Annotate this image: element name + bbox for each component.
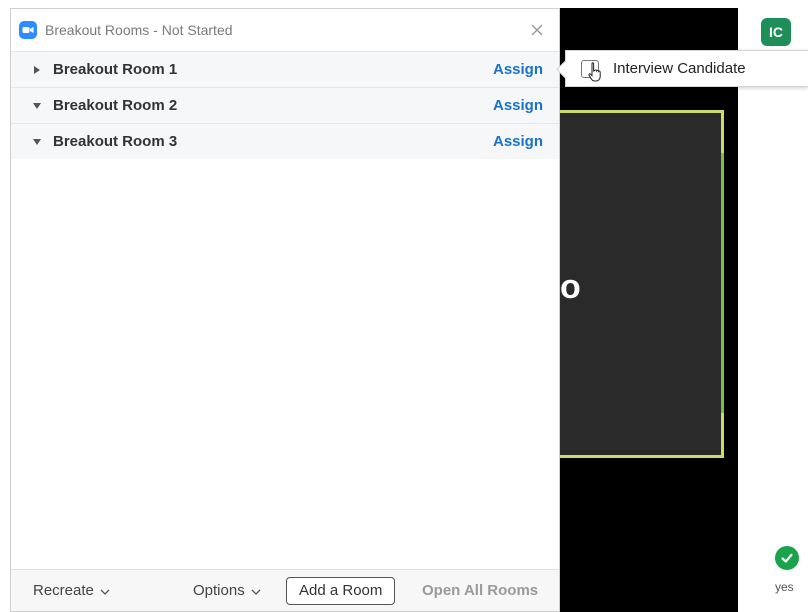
participant-name[interactable]: Interview Candidate bbox=[613, 60, 746, 77]
status-label: yes bbox=[775, 580, 794, 594]
recreate-label: Recreate bbox=[33, 582, 94, 599]
assign-button[interactable]: Assign bbox=[493, 61, 543, 78]
video-tile[interactable] bbox=[557, 110, 724, 458]
recreate-button[interactable]: Recreate bbox=[33, 582, 110, 599]
chevron-down-icon bbox=[100, 582, 110, 599]
dialog-title: Breakout Rooms - Not Started bbox=[45, 22, 233, 38]
dialog-titlebar[interactable]: Breakout Rooms - Not Started bbox=[11, 9, 559, 51]
pointer-hand-icon bbox=[588, 62, 602, 87]
zoom-camera-icon bbox=[19, 21, 37, 39]
breakout-room-row[interactable]: Breakout Room 1 Assign bbox=[11, 51, 559, 87]
open-all-rooms-button[interactable]: Open All Rooms bbox=[422, 582, 538, 599]
assign-button[interactable]: Assign bbox=[493, 133, 543, 150]
video-tile-name: o bbox=[560, 268, 581, 306]
breakout-rooms-dialog: Breakout Rooms - Not Started Breakout Ro… bbox=[10, 8, 560, 612]
breakout-room-name: Breakout Room 2 bbox=[53, 97, 178, 114]
caret-down-icon[interactable] bbox=[31, 102, 43, 109]
participants-panel bbox=[738, 8, 808, 612]
caret-down-icon[interactable] bbox=[31, 138, 43, 145]
options-label: Options bbox=[193, 582, 245, 599]
breakout-room-name: Breakout Room 1 bbox=[53, 61, 178, 78]
add-room-button[interactable]: Add a Room bbox=[286, 576, 396, 605]
caret-right-icon[interactable] bbox=[31, 65, 43, 74]
chevron-down-icon bbox=[251, 582, 261, 599]
check-circle-icon bbox=[775, 546, 799, 570]
breakout-room-name: Breakout Room 3 bbox=[53, 133, 178, 150]
options-button[interactable]: Options bbox=[193, 582, 261, 599]
avatar[interactable]: IC bbox=[761, 18, 791, 46]
assign-button[interactable]: Assign bbox=[493, 97, 543, 114]
dialog-footer: Recreate Options Add a Room Open All Roo… bbox=[11, 569, 559, 611]
breakout-room-row[interactable]: Breakout Room 3 Assign bbox=[11, 123, 559, 159]
breakout-room-row[interactable]: Breakout Room 2 Assign bbox=[11, 87, 559, 123]
close-icon[interactable] bbox=[527, 20, 547, 40]
